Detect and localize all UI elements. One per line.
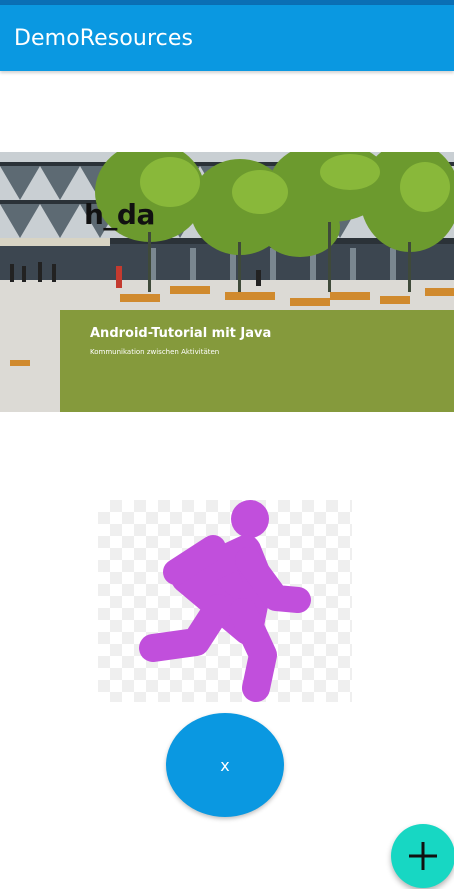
app-bar: DemoResources [0, 5, 454, 71]
banner-title: Android-Tutorial mit Java [90, 326, 272, 341]
directions-run-icon [98, 500, 352, 702]
x-button[interactable]: x [166, 713, 284, 817]
app-title: DemoResources [14, 26, 194, 51]
add-fab-button[interactable] [391, 824, 454, 888]
hda-logo: h_da [84, 198, 155, 231]
banner-caption-box: Android-Tutorial mit Java Kommunikation … [60, 310, 454, 412]
banner-subtitle: Kommunikation zwischen Aktivitäten [90, 348, 220, 356]
plus-icon [409, 842, 437, 870]
banner-image: h_da Android-Tutorial mit Java Kommunika… [0, 152, 454, 412]
